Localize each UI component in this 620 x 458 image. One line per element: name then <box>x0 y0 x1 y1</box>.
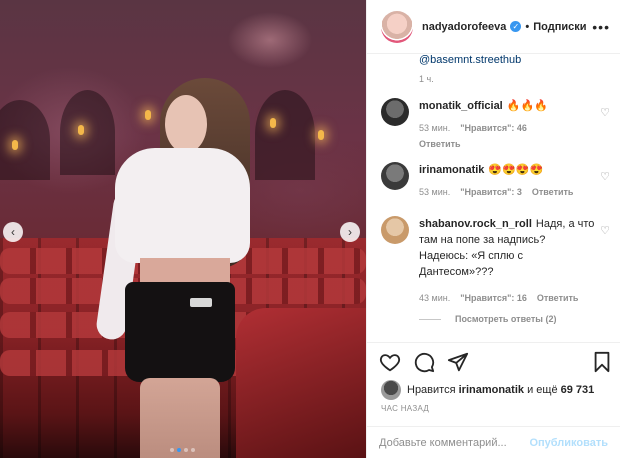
verified-badge-icon: ✓ <box>510 21 522 32</box>
comment-likes[interactable]: "Нравится": 3 <box>460 184 522 200</box>
person-sweater <box>115 148 250 263</box>
author-avatar[interactable] <box>381 10 413 43</box>
reply-button[interactable]: Ответить <box>537 290 579 306</box>
comment-heart-icon[interactable]: ♡ <box>600 170 610 183</box>
liker-username[interactable]: irinamonatik <box>459 384 524 396</box>
comment-body: monatik_official 🔥🔥🔥 53 мин. "Нравится": … <box>419 98 610 152</box>
replies-divider <box>419 318 441 320</box>
separator-dot: • <box>525 20 530 33</box>
commenter-avatar[interactable] <box>381 98 409 126</box>
wall-lamp <box>12 140 18 150</box>
person-skirt <box>125 282 235 382</box>
carousel-dots <box>170 448 195 452</box>
comment-username[interactable]: irinamonatik <box>419 164 484 176</box>
caption-mention-link[interactable]: @basemnt.streethub <box>419 54 521 66</box>
carousel-dot <box>191 448 195 452</box>
instagram-post: ‹ › nadyadorofeeva ✓ • Подписки ••• @bas… <box>0 0 620 458</box>
post-timestamp[interactable]: ЧАС НАЗАД <box>381 404 429 413</box>
previous-photo-button[interactable]: ‹ <box>3 222 23 242</box>
comment-username[interactable]: monatik_official <box>419 100 503 112</box>
comment-body: shabanov.rock_n_roll Надя, а что там на п… <box>419 216 610 306</box>
publish-button[interactable]: Опубликовать <box>529 437 608 449</box>
post-header: nadyadorofeeva ✓ • Подписки ••• <box>367 0 620 54</box>
comment-time[interactable]: 53 мин. <box>419 184 450 200</box>
person-legs <box>140 378 220 458</box>
likes-and: и ещё <box>527 384 558 396</box>
comment-likes[interactable]: "Нравится": 16 <box>460 290 527 306</box>
comment-meta: 53 мин. "Нравится": 46 <box>419 120 610 136</box>
comment-time[interactable]: 53 мин. <box>419 120 450 136</box>
caption-time[interactable]: 1 ч. <box>419 74 434 84</box>
comment-item: irinamonatik 😍😍😍😍 53 мин. "Нравится": 3 О… <box>381 162 610 200</box>
commenter-avatar[interactable] <box>381 216 409 244</box>
post-photo[interactable]: ‹ › <box>0 0 366 458</box>
comments-section[interactable]: @basemnt.streethub 1 ч. monatik_official… <box>367 54 620 342</box>
likes-prefix: Нравится <box>407 384 456 396</box>
carousel-dot <box>170 448 174 452</box>
chevron-left-icon: ‹ <box>11 225 15 239</box>
comment-item: monatik_official 🔥🔥🔥 53 мин. "Нравится": … <box>381 98 610 152</box>
add-comment-input[interactable] <box>379 436 530 449</box>
comment-item: shabanov.rock_n_roll Надя, а что там на п… <box>381 216 610 306</box>
theater-arch <box>0 100 50 180</box>
comment-text: 😍😍😍😍 <box>488 164 544 176</box>
comment-username[interactable]: shabanov.rock_n_roll <box>419 218 532 230</box>
front-seat <box>236 308 366 458</box>
theater-arch <box>60 90 115 175</box>
view-replies-button[interactable]: Посмотреть ответы (2) <box>419 314 556 324</box>
reply-button[interactable]: Ответить <box>532 184 574 200</box>
likes-count[interactable]: 69 731 <box>561 384 595 396</box>
comment-icon[interactable] <box>413 351 435 373</box>
skirt-logo <box>190 298 212 307</box>
view-replies-label: Посмотреть ответы (2) <box>455 314 557 324</box>
wall-lamp <box>270 118 276 128</box>
next-photo-button[interactable]: › <box>340 222 360 242</box>
person-face <box>165 95 207 153</box>
chevron-right-icon: › <box>348 225 352 239</box>
comment-meta: 53 мин. "Нравится": 3 Ответить <box>419 184 610 200</box>
bookmark-icon[interactable] <box>591 351 613 373</box>
liker-avatar <box>381 380 401 400</box>
commenter-avatar[interactable] <box>381 162 409 190</box>
comment-meta: 43 мин. "Нравится": 16 Ответить <box>419 290 596 306</box>
share-icon[interactable] <box>447 351 469 373</box>
wall-lamp <box>145 110 151 120</box>
comment-text: 🔥🔥🔥 <box>506 100 548 112</box>
wall-lamp <box>78 125 84 135</box>
comment-heart-icon[interactable]: ♡ <box>600 224 610 237</box>
post-actions <box>367 342 620 382</box>
likes-summary[interactable]: Нравится irinamonatik и ещё 69 731 <box>381 380 594 400</box>
wall-lamp <box>318 130 324 140</box>
following-button[interactable]: Подписки <box>533 21 586 33</box>
add-comment-bar: Опубликовать <box>367 426 620 458</box>
post-sidebar: nadyadorofeeva ✓ • Подписки ••• @basemnt… <box>366 0 620 458</box>
carousel-dot <box>184 448 188 452</box>
more-options-icon[interactable]: ••• <box>592 19 610 35</box>
heart-icon[interactable] <box>379 351 401 373</box>
reply-button[interactable]: Ответить <box>419 136 610 152</box>
comment-heart-icon[interactable]: ♡ <box>600 106 610 119</box>
comment-body: irinamonatik 😍😍😍😍 53 мин. "Нравится": 3 О… <box>419 162 610 200</box>
theater-arch <box>255 90 315 180</box>
comment-time[interactable]: 43 мин. <box>419 290 450 306</box>
comment-likes[interactable]: "Нравится": 46 <box>460 120 527 136</box>
carousel-dot-active <box>177 448 181 452</box>
author-username[interactable]: nadyadorofeeva <box>422 21 506 33</box>
